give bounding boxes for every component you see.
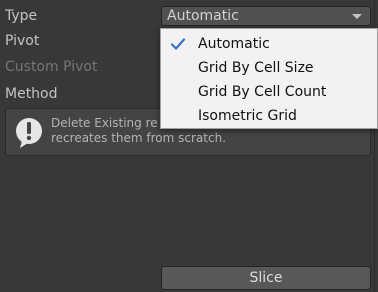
type-dropdown-value: Automatic	[167, 8, 239, 24]
type-label: Type	[5, 8, 38, 24]
pivot-label: Pivot	[5, 33, 40, 49]
menu-item-grid-by-cell-count[interactable]: Grid By Cell Count	[161, 80, 377, 104]
menu-item-label: Isometric Grid	[198, 108, 297, 124]
menu-item-label: Grid By Cell Size	[198, 60, 314, 76]
custom-pivot-label: Custom Pivot	[5, 59, 98, 75]
menu-item-isometric-grid[interactable]: Isometric Grid	[161, 104, 377, 128]
menu-item-automatic[interactable]: Automatic	[161, 32, 377, 56]
chevron-down-icon	[352, 14, 362, 19]
help-text-line-2: recreates them from scratch.	[51, 131, 227, 145]
slice-button[interactable]: Slice	[161, 266, 371, 290]
exclamation-circle-icon	[16, 118, 42, 148]
type-dropdown-menu: Automatic Grid By Cell Size Grid By Cell…	[160, 28, 378, 129]
menu-item-label: Automatic	[198, 36, 270, 52]
type-dropdown[interactable]: Automatic	[161, 6, 371, 26]
menu-item-label: Grid By Cell Count	[198, 84, 327, 100]
method-label: Method	[5, 86, 58, 102]
checkmark-icon	[170, 38, 186, 50]
menu-item-grid-by-cell-size[interactable]: Grid By Cell Size	[161, 56, 377, 80]
